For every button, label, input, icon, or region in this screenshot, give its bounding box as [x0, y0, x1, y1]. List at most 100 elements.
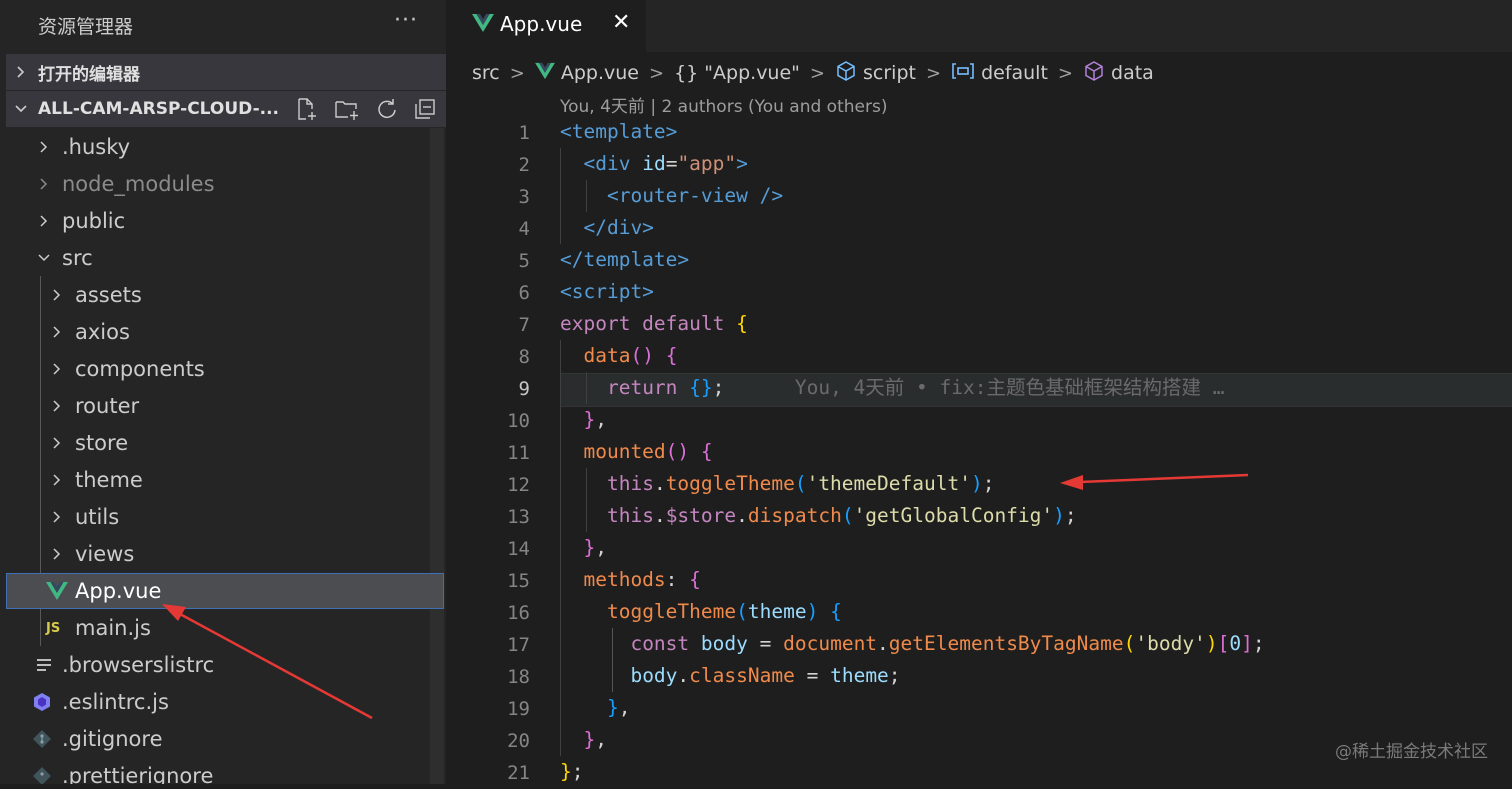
refresh-icon[interactable] [376, 98, 398, 120]
tree-item-label: views [75, 542, 135, 566]
line-number: 15 [507, 570, 530, 592]
chevron-right-icon: > [648, 62, 665, 84]
code-line: return {}; You, 4天前 • fix:主题色基础框架结构搭建 … [606, 376, 1225, 399]
line-number: 9 [518, 378, 530, 400]
tree-item-src[interactable]: src [6, 240, 430, 276]
line-number: 7 [518, 314, 530, 336]
chevron-right-icon [49, 462, 65, 498]
line-number: 2 [518, 154, 530, 176]
explorer-sidebar: 资源管理器 ··· 打开的编辑器 ALL-CAM-ARSP-CLOUD-... [0, 0, 446, 784]
tree-item-label: store [75, 431, 129, 455]
line-number: 13 [507, 506, 530, 528]
explorer-title: 资源管理器 [38, 16, 134, 38]
tree-item-label: public [62, 209, 126, 233]
line-number: 21 [507, 762, 530, 784]
tree-item-label: .eslintrc.js [62, 690, 169, 714]
tree-scrollbar[interactable] [430, 128, 444, 784]
tree-item-eslintrc[interactable]: .eslintrc.js [6, 684, 430, 720]
code-line: </template> [560, 248, 690, 271]
tree-item-label: src [62, 246, 93, 270]
tree-item-app-vue[interactable]: App.vue [6, 573, 444, 609]
breadcrumb-file[interactable]: App.vue [534, 62, 639, 85]
open-editors-label: 打开的编辑器 [38, 64, 140, 85]
code-line: }, [583, 728, 607, 751]
project-section[interactable]: ALL-CAM-ARSP-CLOUD-... [6, 91, 446, 127]
code-line: <script> [560, 280, 654, 303]
vue-icon [534, 62, 555, 85]
tree-item-utils[interactable]: utils [6, 499, 430, 535]
vue-icon [472, 13, 494, 37]
code-line: data() { [583, 344, 678, 367]
new-folder-icon[interactable] [334, 97, 360, 121]
tree-item-theme[interactable]: theme [6, 462, 430, 498]
line-number: 6 [518, 282, 530, 304]
tree-item-public[interactable]: public [6, 203, 430, 239]
line-number: 14 [507, 538, 530, 560]
chevron-right-icon: > [509, 62, 525, 84]
breadcrumb-data-label: data [1111, 62, 1154, 84]
code-line: </div> [583, 216, 654, 239]
vue-icon [46, 573, 68, 609]
tree-item-browserslistrc[interactable]: .browserslistrc [6, 647, 430, 683]
tree-item-main-js[interactable]: JS main.js [6, 610, 430, 646]
tree-item-label: .prettierignore [62, 764, 214, 784]
tree-item-prettierignore[interactable]: .prettierignore [6, 758, 430, 784]
code-line: this.$store.dispatch('getGlobalConfig'); [606, 504, 1077, 527]
tree-item-components[interactable]: components [6, 351, 430, 387]
breadcrumb-src[interactable]: src [472, 62, 500, 84]
code-line: }, [606, 696, 631, 719]
chevron-right-icon [49, 314, 65, 350]
line-number: 12 [507, 474, 530, 496]
breadcrumb-object-label: {} "App.vue" [674, 62, 800, 84]
cube-icon [835, 60, 857, 87]
tree-item-label: axios [75, 320, 130, 344]
js-file-icon: JS [46, 620, 61, 636]
chevron-right-icon: > [809, 62, 826, 84]
tab-app-vue[interactable]: App.vue ✕ [446, 0, 646, 52]
tree-item-label: theme [75, 468, 143, 492]
chevron-right-icon [49, 425, 65, 461]
git-blame-annotation[interactable]: You, 4天前 • fix:主题色基础框架结构搭建 … [795, 376, 1225, 399]
breadcrumb-src-label: src [472, 62, 500, 84]
code-line: export default { [560, 312, 748, 335]
chevron-right-icon [14, 54, 28, 90]
variable-icon [951, 62, 975, 85]
tree-item-label: .gitignore [62, 727, 163, 751]
tree-item-husky[interactable]: .husky [6, 129, 430, 165]
line-number: 20 [507, 730, 530, 752]
close-icon[interactable]: ✕ [612, 10, 630, 35]
collapse-all-icon[interactable] [414, 98, 436, 120]
code-line: methods: { [583, 568, 701, 591]
tree-item-assets[interactable]: assets [6, 277, 430, 313]
tree-item-node-modules[interactable]: node_modules [6, 166, 430, 202]
open-editors-section[interactable]: 打开的编辑器 [6, 54, 446, 90]
code-line: const body = document.getElementsByTagNa… [630, 632, 1265, 655]
line-number: 1 [518, 122, 530, 144]
breadcrumb-object[interactable]: {} "App.vue" [674, 62, 800, 84]
tree-item-store[interactable]: store [6, 425, 430, 461]
tab-bar: App.vue ✕ [446, 0, 1512, 52]
git-icon [32, 721, 52, 757]
tree-item-views[interactable]: views [6, 536, 430, 572]
explorer-header: 资源管理器 ··· [0, 0, 446, 52]
tree-item-label: assets [75, 283, 142, 307]
git-codelens[interactable]: You, 4天前 | 2 authors (You and others) [560, 92, 887, 117]
chevron-right-icon [49, 388, 65, 424]
tree-item-router[interactable]: router [6, 388, 430, 424]
chevron-right-icon [36, 203, 52, 239]
git-icon [32, 758, 52, 784]
line-number: 8 [518, 346, 530, 368]
tab-label: App.vue [500, 12, 583, 36]
tree-item-axios[interactable]: axios [6, 314, 430, 350]
line-number: 10 [507, 410, 530, 432]
new-file-icon[interactable] [294, 97, 318, 121]
breadcrumb-script[interactable]: script [835, 60, 916, 87]
code-line: }, [583, 408, 607, 431]
breadcrumb-data[interactable]: data [1083, 60, 1154, 87]
more-actions-icon[interactable]: ··· [394, 8, 418, 33]
line-number: 18 [507, 666, 530, 688]
cube-icon [1083, 60, 1105, 87]
tree-item-label: utils [75, 505, 120, 529]
tree-item-gitignore[interactable]: .gitignore [6, 721, 430, 757]
breadcrumb-default[interactable]: default [951, 62, 1048, 85]
